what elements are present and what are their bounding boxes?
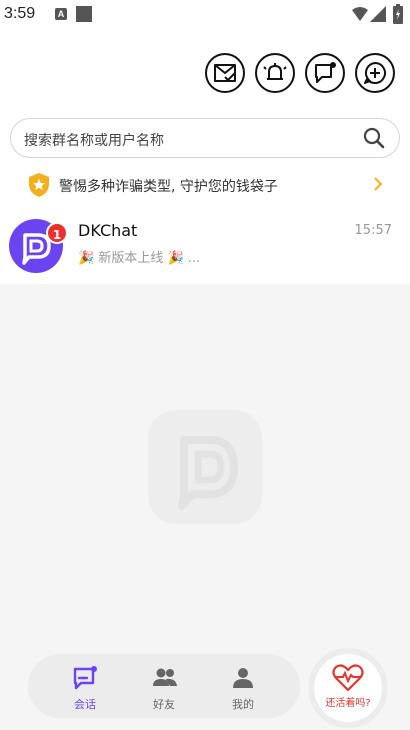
tab-label: 好友: [153, 698, 175, 711]
add-chat-button[interactable]: [355, 53, 395, 93]
friends-icon: [153, 668, 177, 686]
notification-square-icon: [76, 6, 92, 22]
dkchat-watermark-logo: [148, 410, 262, 524]
heartbeat-icon: [332, 664, 364, 692]
still-alive-label: 还活着吗?: [325, 698, 371, 709]
chat-last-message: 🎉 新版本上线 🎉 ...: [78, 251, 201, 266]
tab-label: 会话: [74, 698, 96, 711]
search-icon[interactable]: [363, 127, 385, 149]
chat-bubble-icon: [315, 62, 336, 83]
bottom-tab-bar: 会话 好友 我的: [28, 654, 300, 718]
tab-conversations[interactable]: 会话: [50, 654, 120, 718]
tab-label: 我的: [232, 698, 254, 711]
wifi-icon: [352, 7, 368, 21]
search-placeholder[interactable]: 搜索群名称或用户名称: [24, 130, 164, 150]
conversation-icon: [73, 666, 97, 690]
new-message-button[interactable]: [305, 53, 345, 93]
tab-profile[interactable]: 我的: [208, 654, 278, 718]
chat-name: DKChat: [78, 221, 138, 240]
mail-check-icon: [214, 64, 236, 82]
status-bar: 3:59 A: [0, 0, 410, 30]
dkchat-watermark-icon: [178, 436, 238, 510]
still-alive-button[interactable]: 还活着吗?: [314, 654, 382, 722]
chevron-right-icon: [374, 177, 382, 191]
signal-icon: [370, 6, 386, 22]
tab-friends[interactable]: 好友: [129, 654, 199, 718]
unread-badge: 1: [46, 222, 68, 244]
status-time: 3:59: [4, 5, 36, 22]
fraud-notice-text: 警惕多种诈骗类型, 守护您的钱袋子: [59, 179, 278, 195]
alarm-button[interactable]: [255, 53, 295, 93]
battery-icon: [393, 4, 403, 24]
alarm-bell-icon: [263, 63, 287, 80]
search-bar[interactable]: 搜索群名称或用户名称: [10, 118, 400, 158]
shield-star-icon: [29, 173, 49, 197]
profile-icon: [233, 668, 253, 688]
fraud-notice-banner[interactable]: 警惕多种诈骗类型, 守护您的钱袋子: [0, 170, 410, 200]
mail-check-button[interactable]: [205, 53, 245, 93]
add-chat-icon: [364, 62, 386, 84]
notification-a-icon: A: [55, 8, 67, 20]
chat-time: 15:57: [354, 223, 392, 238]
